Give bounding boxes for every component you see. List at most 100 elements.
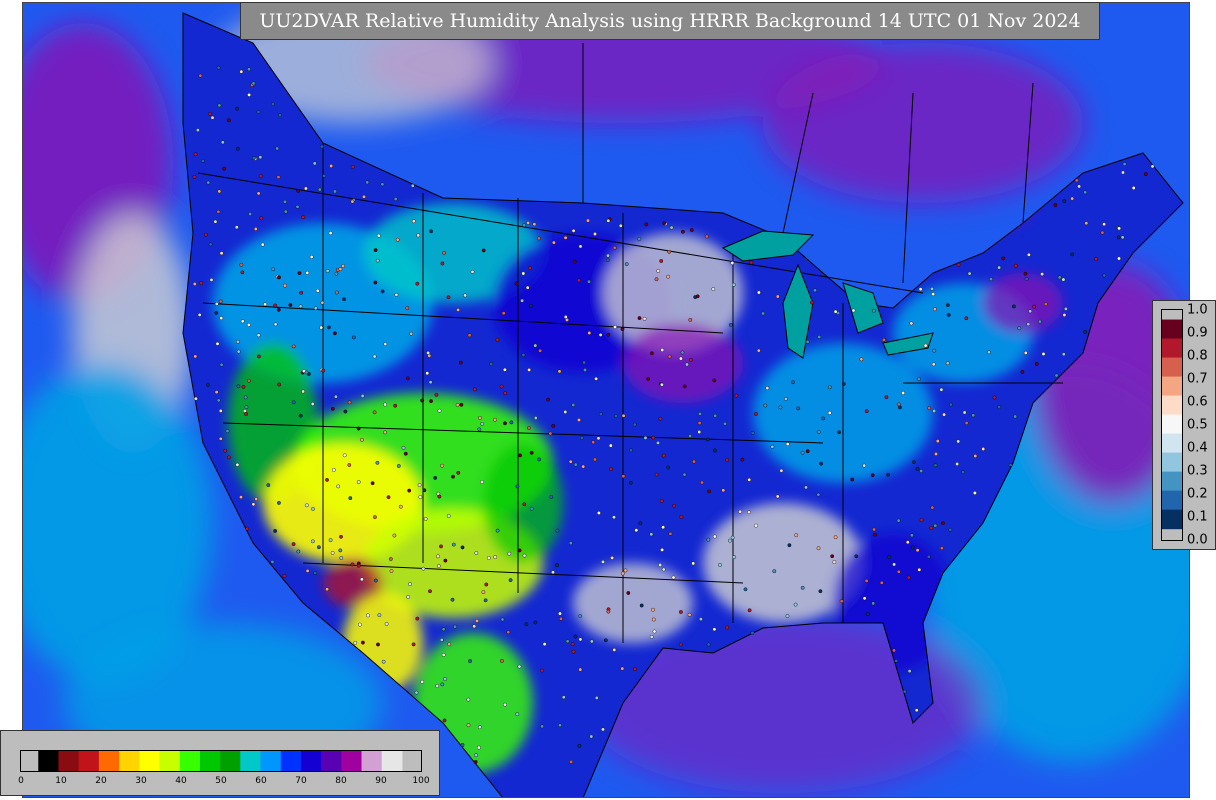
station-marker	[679, 610, 683, 614]
station-marker	[929, 526, 934, 530]
station-marker	[362, 194, 366, 199]
station-marker	[350, 164, 355, 169]
station-marker	[785, 442, 790, 446]
station-marker	[933, 463, 938, 468]
station-marker	[446, 295, 451, 300]
station-marker	[712, 534, 717, 539]
station-marker	[552, 240, 556, 245]
station-marker	[754, 412, 758, 416]
station-marker	[1100, 230, 1105, 235]
station-marker	[816, 492, 821, 497]
station-marker	[434, 392, 439, 397]
station-marker	[515, 484, 520, 489]
station-marker	[687, 612, 692, 617]
station-marker	[236, 349, 241, 354]
station-marker	[527, 367, 531, 372]
station-marker	[692, 459, 696, 464]
station-marker	[818, 589, 823, 594]
station-marker	[919, 518, 924, 522]
station-marker	[409, 331, 414, 336]
station-marker	[1102, 222, 1107, 227]
station-marker	[356, 480, 361, 484]
station-marker	[393, 197, 398, 201]
station-marker	[906, 575, 911, 580]
station-marker	[804, 485, 808, 490]
station-marker	[295, 204, 300, 209]
station-marker	[411, 642, 416, 647]
station-marker	[244, 405, 249, 410]
station-marker	[712, 378, 717, 383]
station-marker	[325, 268, 330, 273]
station-marker	[945, 303, 950, 307]
station-marker	[533, 416, 538, 420]
station-marker	[398, 504, 403, 509]
station-marker	[688, 434, 692, 438]
station-marker	[282, 574, 287, 578]
station-marker	[522, 553, 527, 558]
station-marker	[637, 316, 642, 320]
station-marker	[460, 545, 465, 550]
station-marker	[360, 640, 365, 645]
station-marker	[785, 614, 790, 618]
station-marker	[486, 556, 491, 560]
station-marker	[794, 533, 799, 538]
station-marker	[698, 411, 702, 416]
station-marker	[668, 531, 673, 536]
station-marker	[918, 287, 923, 292]
obs-colorbar-swatch	[1162, 395, 1182, 416]
station-marker	[707, 489, 712, 494]
station-marker	[805, 339, 810, 344]
obs-colorbar-swatch	[1162, 319, 1182, 340]
map-panel[interactable]	[22, 2, 1190, 798]
station-marker	[772, 569, 777, 574]
station-marker	[247, 93, 252, 97]
station-marker	[621, 413, 626, 418]
station-marker	[613, 325, 617, 329]
station-marker	[383, 402, 387, 407]
station-marker	[312, 161, 317, 166]
station-marker	[695, 294, 700, 299]
station-marker	[669, 225, 674, 230]
station-marker	[935, 439, 940, 443]
station-marker	[468, 659, 472, 663]
station-marker	[408, 582, 412, 586]
station-marker	[273, 303, 278, 308]
station-marker	[380, 289, 385, 294]
station-marker	[336, 484, 341, 489]
humidity-map[interactable]	[23, 3, 1190, 798]
station-marker	[830, 554, 835, 559]
station-marker	[865, 612, 870, 616]
station-marker	[477, 415, 482, 420]
station-marker	[571, 403, 576, 407]
station-marker	[614, 414, 618, 418]
station-marker	[1116, 235, 1121, 240]
station-marker	[299, 290, 304, 295]
station-marker	[816, 546, 821, 551]
station-marker	[933, 307, 937, 312]
obs-colorbar-swatch	[1162, 471, 1182, 492]
station-marker	[447, 642, 452, 647]
station-marker	[428, 380, 433, 385]
station-marker	[319, 144, 324, 149]
station-marker	[551, 570, 555, 575]
station-marker	[1061, 277, 1066, 282]
station-marker	[428, 589, 432, 594]
station-marker	[892, 648, 896, 653]
station-marker	[558, 723, 562, 728]
station-marker	[1026, 322, 1031, 327]
rh-tick-label: 70	[295, 776, 307, 786]
station-marker	[394, 292, 399, 297]
station-marker	[343, 409, 348, 414]
station-marker	[429, 229, 433, 234]
station-marker	[642, 316, 647, 321]
station-marker	[217, 103, 222, 108]
station-marker	[243, 395, 248, 400]
station-marker	[573, 634, 578, 639]
station-marker	[964, 316, 969, 321]
station-marker	[761, 311, 765, 316]
station-marker	[239, 69, 244, 74]
station-marker	[256, 110, 261, 114]
station-marker	[697, 421, 702, 425]
station-marker	[277, 275, 281, 280]
station-marker	[319, 325, 324, 330]
